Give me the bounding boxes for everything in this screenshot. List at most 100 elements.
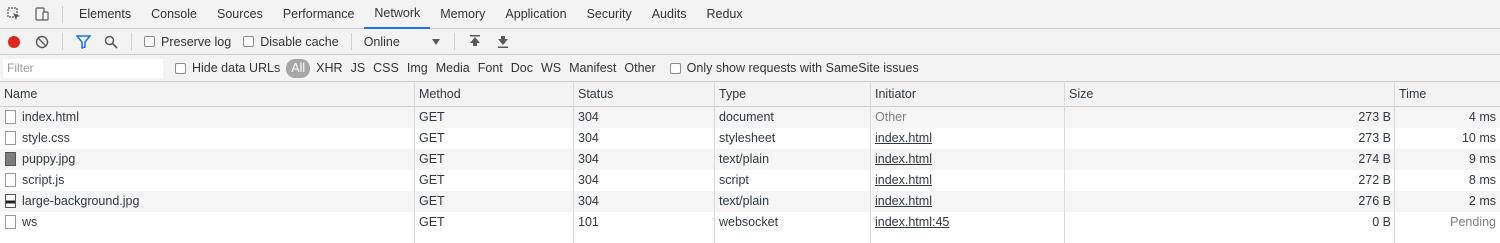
initiator-link[interactable]: index.html:45	[875, 215, 949, 229]
filter-icon[interactable]	[69, 29, 97, 55]
import-har-icon[interactable]	[461, 29, 489, 55]
request-name: puppy.jpg	[22, 152, 76, 166]
column-header-status[interactable]: Status	[574, 82, 715, 107]
tab-application[interactable]: Application	[495, 0, 576, 29]
filter-type-xhr[interactable]: XHR	[312, 59, 346, 78]
filter-type-img[interactable]: Img	[403, 59, 432, 78]
column-divider[interactable]	[870, 82, 871, 243]
tab-security[interactable]: Security	[577, 0, 642, 29]
column-divider[interactable]	[1394, 82, 1395, 243]
column-header-method[interactable]: Method	[415, 82, 574, 107]
tab-redux[interactable]: Redux	[696, 0, 752, 29]
filter-placeholder: Filter	[7, 61, 34, 75]
request-name: script.js	[22, 173, 65, 187]
column-header-initiator[interactable]: Initiator	[871, 82, 1065, 107]
cell-initiator: index.html	[871, 128, 1065, 149]
throttling-value: Online	[363, 34, 400, 49]
tab-elements[interactable]: Elements	[69, 0, 141, 29]
filter-type-font[interactable]: Font	[474, 59, 507, 78]
cell-status: 304	[578, 173, 599, 187]
filter-type-other[interactable]: Other	[620, 59, 659, 78]
checkbox-box[interactable]	[243, 36, 255, 47]
search-icon[interactable]	[97, 29, 125, 55]
initiator-link[interactable]: index.html	[875, 131, 932, 145]
filter-type-css[interactable]: CSS	[369, 59, 403, 78]
panel-tabs: Elements Console Sources Performance Network…	[69, 0, 753, 29]
checkbox-box[interactable]	[144, 36, 155, 47]
file-icon	[5, 110, 16, 124]
cell-size: 273 B	[1358, 131, 1391, 145]
cell-time: 4 ms	[1468, 110, 1496, 124]
initiator-link[interactable]: index.html	[875, 152, 932, 166]
filter-type-doc[interactable]: Doc	[507, 59, 537, 78]
resource-type-filters: All XHR JS CSS Img Media Font Doc WS Manifest Othe…	[286, 58, 659, 78]
record-button[interactable]	[0, 29, 28, 55]
table-row[interactable]: index.html GET 304 document Other 273 B 4 ms	[0, 107, 1500, 128]
filter-type-all[interactable]: All	[286, 58, 311, 78]
cell-initiator: index.html	[871, 149, 1065, 170]
tab-audits[interactable]: Audits	[642, 0, 697, 29]
filter-type-js[interactable]: JS	[347, 59, 370, 78]
cell-status: 304	[578, 131, 599, 145]
request-name: index.html	[22, 110, 79, 124]
tab-performance[interactable]: Performance	[273, 0, 365, 29]
column-divider[interactable]	[414, 82, 415, 243]
cell-method: GET	[419, 152, 445, 166]
hide-data-urls-label: Hide data URLs	[192, 61, 281, 75]
disable-cache-checkbox[interactable]: Disable cache	[243, 35, 339, 49]
cell-time: Pending	[1450, 215, 1496, 229]
cell-time: 10 ms	[1461, 131, 1496, 145]
file-icon	[5, 131, 16, 145]
request-name: ws	[22, 215, 38, 229]
tab-network[interactable]: Network	[364, 0, 431, 29]
filter-type-ws[interactable]: WS	[537, 59, 565, 78]
divider	[131, 33, 132, 50]
divider	[62, 5, 63, 23]
column-header-name[interactable]: Name	[0, 82, 415, 107]
clear-icon[interactable]	[28, 29, 56, 55]
filter-type-media[interactable]: Media	[432, 59, 474, 78]
table-row[interactable]: script.js GET 304 script index.html 272 B 8 ms	[0, 170, 1500, 191]
table-row[interactable]: style.css GET 304 stylesheet index.html 273 B…	[0, 128, 1500, 149]
cell-name: large-background.jpg	[0, 191, 415, 212]
tab-sources[interactable]: Sources	[207, 0, 273, 29]
cell-initiator: index.html	[871, 170, 1065, 191]
devtools-tab-bar: Elements Console Sources Performance Network…	[0, 0, 1500, 29]
preserve-log-checkbox[interactable]: Preserve log	[144, 35, 231, 49]
column-divider[interactable]	[1064, 82, 1065, 243]
column-divider[interactable]	[714, 82, 715, 243]
table-row[interactable]: ws GET 101 websocket index.html:45 0 B Pending	[0, 212, 1500, 233]
checkbox-box[interactable]	[669, 62, 681, 74]
cell-type: stylesheet	[719, 131, 776, 145]
cell-time: 9 ms	[1468, 152, 1496, 166]
inspect-element-icon[interactable]	[0, 0, 28, 29]
samesite-checkbox[interactable]: Only show requests with SameSite issues	[669, 61, 919, 75]
hide-data-urls-checkbox[interactable]: Hide data URLs	[175, 61, 280, 75]
cell-size: 273 B	[1358, 110, 1391, 124]
cell-initiator: index.html:45	[871, 212, 1065, 233]
image-icon	[5, 152, 16, 166]
cell-status: 304	[578, 194, 599, 208]
cell-name: style.css	[0, 128, 415, 149]
column-header-type[interactable]: Type	[715, 82, 871, 107]
initiator-link[interactable]: index.html	[875, 173, 932, 187]
filter-bar: Filter Hide data URLs All XHR JS CSS Img Medi…	[0, 55, 1500, 82]
table-row[interactable]: puppy.jpg GET 304 text/plain index.html 274 B…	[0, 149, 1500, 170]
filter-input[interactable]: Filter	[3, 58, 163, 78]
divider	[350, 33, 352, 50]
column-header-time[interactable]: Time	[1395, 82, 1500, 107]
file-icon	[5, 215, 16, 229]
device-toolbar-icon[interactable]	[28, 0, 56, 29]
throttling-select[interactable]: Online	[358, 35, 448, 49]
table-row[interactable]: large-background.jpg GET 304 text/plain inde…	[0, 191, 1500, 212]
image-icon	[5, 194, 16, 208]
tab-console[interactable]: Console	[141, 0, 207, 29]
disable-cache-label: Disable cache	[260, 34, 339, 49]
export-har-icon[interactable]	[489, 29, 517, 55]
checkbox-box[interactable]	[175, 62, 186, 74]
filter-type-manifest[interactable]: Manifest	[565, 59, 620, 78]
initiator-link[interactable]: index.html	[875, 194, 932, 208]
column-divider[interactable]	[573, 82, 574, 243]
tab-memory[interactable]: Memory	[430, 0, 495, 29]
column-header-size[interactable]: Size	[1065, 82, 1395, 107]
